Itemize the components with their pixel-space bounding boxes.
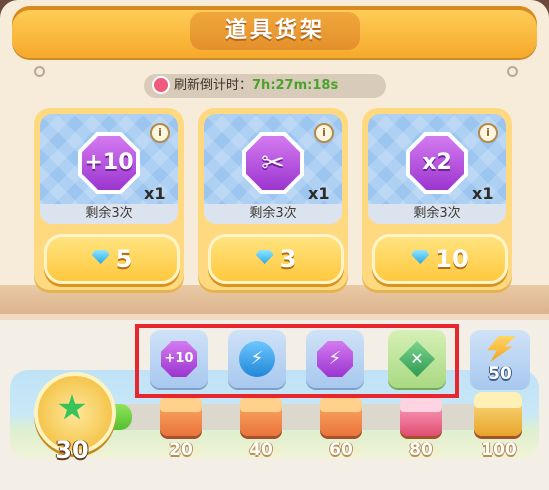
price-value: 3 [279,245,297,273]
chest-icon[interactable] [240,396,282,436]
info-icon[interactable]: i [150,123,170,143]
level-number: 30 [55,436,89,464]
item-quantity: x1 [472,184,494,203]
chest-lid [240,396,282,412]
info-icon[interactable]: i [314,123,334,143]
info-icon[interactable]: i [478,123,498,143]
price-value: 5 [115,245,133,273]
remaining-count: 剩余3次 [40,204,178,224]
item-quantity: x1 [144,184,166,203]
clock-icon [152,75,170,94]
item-display: i ✂ x1 [204,114,342,216]
remaining-count: 剩余3次 [368,204,506,224]
chest-lid [400,396,442,412]
milestone-label: 80 [409,440,433,460]
booster-frame: ✂ [242,132,304,194]
refresh-timer: 刷新倒计时：7h:27m:18s [144,74,386,98]
treasure-chest-icon[interactable] [474,392,522,436]
buy-button[interactable]: 5 [44,234,180,284]
progress-bar [92,404,512,430]
energy-amount: 50 [488,364,512,384]
chest-lid [320,396,362,412]
highlight-frame [135,324,459,398]
shop-item-card: i x2 x1 剩余3次 10 [362,108,512,290]
milestone-label: 20 [169,440,193,460]
diamond-icon [91,250,110,264]
item-display: i x2 x1 [368,114,506,216]
plus-ten-booster-icon: +10 [82,136,136,190]
shop-item-card: i ✂ x1 剩余3次 3 [198,108,348,290]
booster-frame: x2 [406,132,468,194]
page-title: 道具货架 [190,12,360,50]
milestone-label: 100 [481,440,517,460]
diamond-icon [411,250,430,264]
milestone-label: 60 [329,440,353,460]
timer-label: 刷新倒计时： [174,78,253,93]
remaining-count: 剩余3次 [204,204,342,224]
price-value: 10 [435,245,469,273]
buy-button[interactable]: 10 [372,234,508,284]
buy-button[interactable]: 3 [208,234,344,284]
chest-lid [160,396,202,412]
timer-value: 7h:27m:18s [252,78,339,93]
times-two-booster-icon: x2 [410,136,464,190]
item-quantity: x1 [308,184,330,203]
rivet-decoration [507,66,518,77]
shop-item-card: i +10 x1 剩余3次 5 [34,108,184,290]
chest-icon[interactable] [320,396,362,436]
milestone-label: 40 [249,440,273,460]
diamond-icon [255,250,274,264]
rivet-decoration [34,66,45,77]
shelf [0,285,549,320]
chest-icon[interactable] [160,396,202,436]
item-display: i +10 x1 [40,114,178,216]
booster-frame: +10 [78,132,140,194]
heart-chest-icon[interactable] [400,396,442,436]
scissors-booster-icon: ✂ [246,136,300,190]
chest-lid [474,392,522,408]
